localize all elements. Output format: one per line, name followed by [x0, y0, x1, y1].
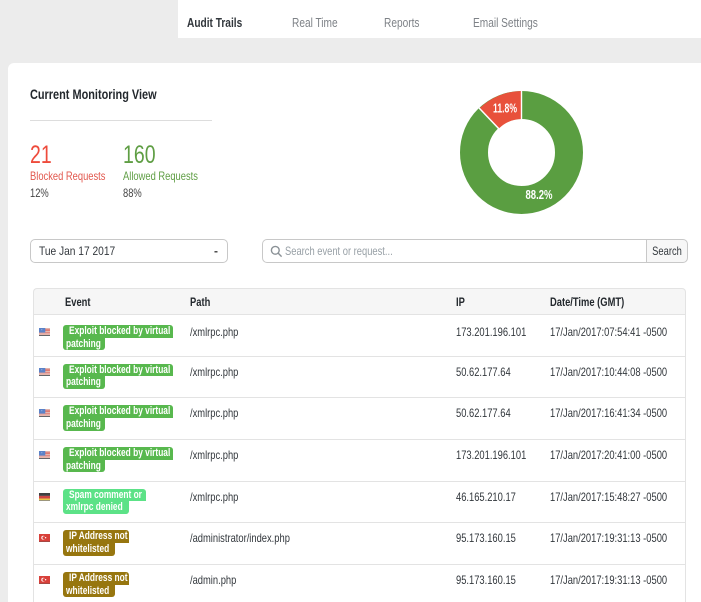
- svg-text:88.2%: 88.2%: [526, 187, 553, 202]
- svg-text:11.8%: 11.8%: [493, 101, 517, 116]
